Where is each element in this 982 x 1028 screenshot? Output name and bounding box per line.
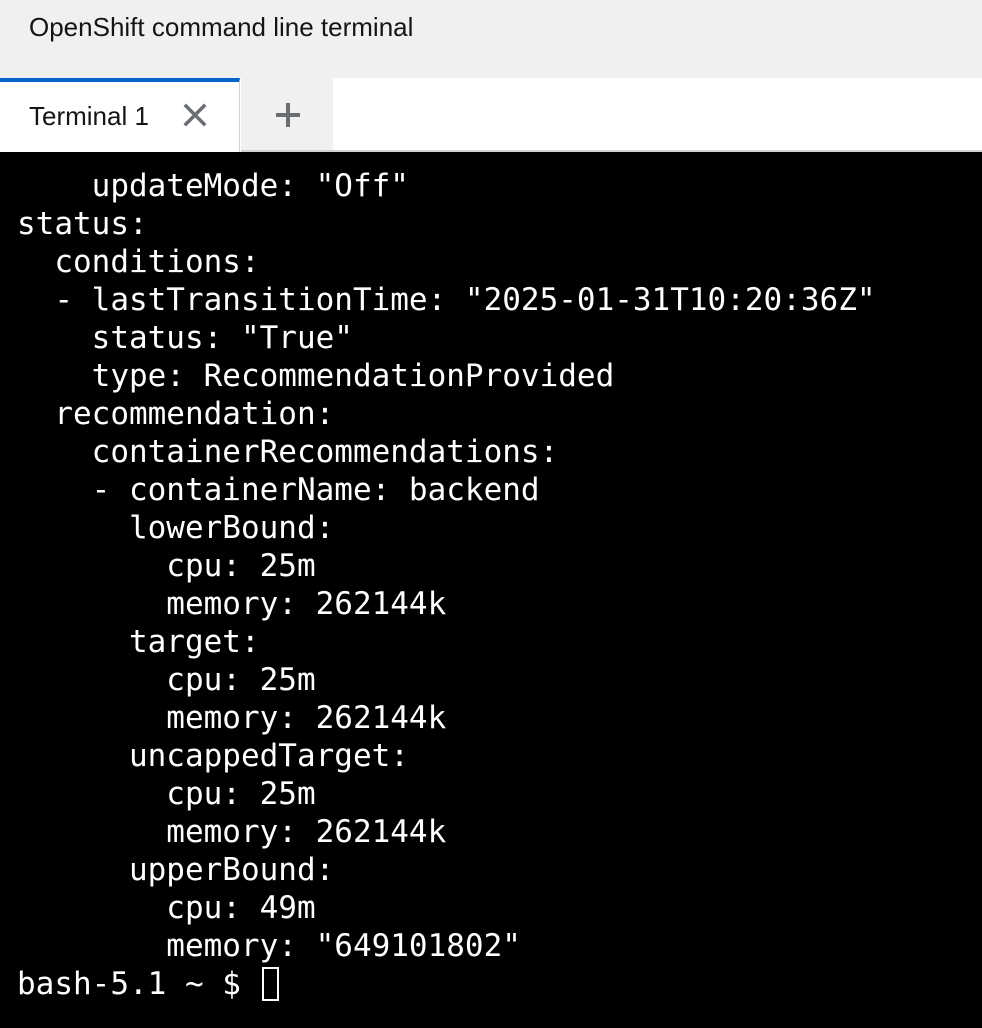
terminal-line: - lastTransitionTime: "2025-01-31T10:20:… (17, 282, 876, 318)
terminal-line: upperBound: (17, 852, 335, 888)
terminal-line: memory: 262144k (17, 814, 447, 850)
terminal-cursor (261, 967, 279, 1001)
terminal-line: status: "True" (17, 320, 353, 356)
terminal-line: uncappedTarget: (17, 738, 409, 774)
terminal-line: cpu: 49m (17, 890, 316, 926)
plus-icon (276, 103, 300, 127)
command-prompt[interactable]: bash-5.1 ~ $ (17, 965, 876, 1003)
terminal-line: conditions: (17, 244, 260, 280)
terminal-output[interactable]: updateMode: "Off" status: conditions: - l… (0, 152, 982, 1028)
terminal-line: cpu: 25m (17, 662, 316, 698)
terminal-line: cpu: 25m (17, 776, 316, 812)
terminal-header: OpenShift command line terminal (0, 0, 982, 78)
page-title: OpenShift command line terminal (29, 12, 414, 42)
terminal-line: containerRecommendations: (17, 434, 559, 470)
prompt-text: bash-5.1 ~ $ (17, 966, 260, 1002)
terminal-line: type: RecommendationProvided (17, 358, 615, 394)
terminal-line: - containerName: backend (17, 472, 540, 508)
terminal-line: memory: "649101802" (17, 928, 521, 964)
tab-terminal-1[interactable]: Terminal 1 (0, 78, 240, 152)
close-icon[interactable] (182, 102, 208, 128)
terminal-line: memory: 262144k (17, 586, 447, 622)
add-tab-button[interactable] (241, 78, 333, 152)
terminal-line: updateMode: "Off" (17, 168, 409, 204)
terminal-line: recommendation: (17, 396, 335, 432)
tab-bar: Terminal 1 (0, 78, 982, 152)
terminal-line: lowerBound: (17, 510, 335, 546)
terminal-line: memory: 262144k (17, 700, 447, 736)
tab-bar-empty-space (333, 78, 982, 152)
terminal-line: status: (17, 206, 148, 242)
terminal-line: cpu: 25m (17, 548, 316, 584)
terminal-line: target: (17, 624, 260, 660)
tab-label: Terminal 1 (29, 101, 149, 131)
terminal-lines: updateMode: "Off" status: conditions: - l… (17, 167, 876, 1003)
